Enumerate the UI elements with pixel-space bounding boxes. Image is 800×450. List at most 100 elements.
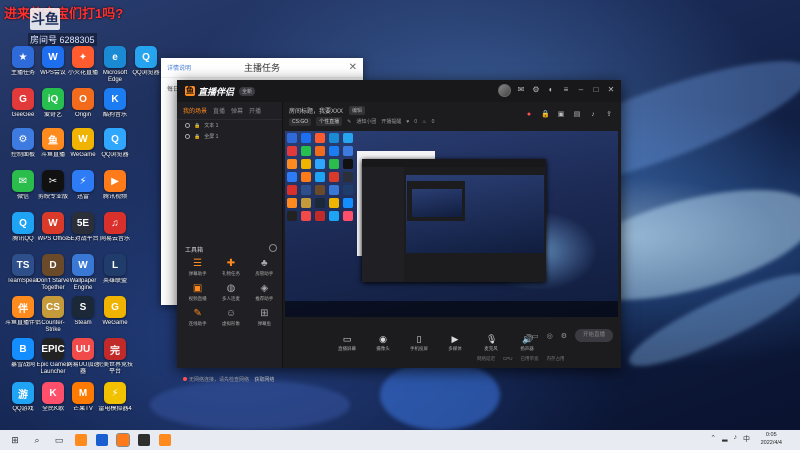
desktop-icon[interactable]: Q QQ浏览器 — [127, 46, 165, 77]
windows-start-icon[interactable]: ⊞ — [8, 433, 22, 447]
task-view-icon[interactable]: ▭ — [52, 433, 66, 447]
beauty-icon[interactable]: ◎ — [547, 332, 553, 340]
eye-icon[interactable] — [185, 134, 190, 139]
control-label: 多媒体 — [448, 346, 462, 351]
window-controls: ✉ ⚙ ◐ ≡ – □ ✕ — [517, 86, 615, 94]
app-icon: M — [72, 382, 94, 404]
source-control-button[interactable]: ▭ 直播屏幕 — [335, 334, 359, 352]
volume-icon[interactable]: ♪ — [734, 434, 738, 444]
network-icon[interactable]: ▂ — [722, 434, 727, 444]
skin-icon[interactable]: ◐ — [547, 86, 555, 94]
toolbox-item[interactable]: ⊞ 弹幕鱼 — [248, 308, 281, 327]
taskbar-app-live[interactable] — [116, 433, 130, 447]
desktop-icon[interactable]: ⚡ 雷电模拟器4 — [96, 382, 134, 413]
toolbox-item[interactable]: ☰ 弹幕助手 — [181, 258, 214, 277]
close-icon[interactable]: ✕ — [607, 86, 615, 94]
edit-title-button[interactable]: 编辑 — [349, 106, 366, 115]
lock-icon[interactable]: 🔒 — [194, 123, 200, 129]
preview-mini-icon — [315, 146, 325, 156]
chevron-up-icon[interactable]: ⌃ — [710, 434, 716, 444]
user-avatar[interactable] — [498, 84, 511, 97]
app-icon: ⚡ — [72, 170, 94, 192]
stream-preview[interactable] — [285, 131, 618, 317]
pencil-icon[interactable]: ✎ — [347, 119, 351, 125]
meta-chip-1[interactable]: 通知小团 — [356, 118, 376, 125]
share-icon[interactable]: ⇪ — [605, 111, 613, 119]
source-item[interactable]: 🔒 文本 1 — [177, 120, 282, 131]
tab-live[interactable]: 直播 — [213, 106, 225, 115]
maximize-icon[interactable]: □ — [592, 86, 600, 94]
settings-icon[interactable]: ⚙ — [532, 86, 540, 94]
lock-icon[interactable]: 🔒 — [194, 134, 200, 140]
task-window-close-button[interactable]: ✕ — [349, 62, 357, 73]
tab-danmaku[interactable]: 弹幕 — [231, 106, 243, 115]
tool-label: 房管助手 — [255, 271, 274, 276]
toolbox-grid: ☰ 弹幕助手 ✚ 礼物任务 ♣ 房管助手 ▣ 视频直播 ◍ 多人连麦 ◈ 推荐助手 ✎ 连线助手 ☺ 虚拟形象… — [181, 258, 281, 327]
minimize-icon[interactable]: – — [577, 86, 585, 94]
source-item[interactable]: 🔒 全屏 1 — [177, 131, 282, 142]
app-icon: ✦ — [72, 46, 94, 68]
app-icon: ★ — [12, 46, 34, 68]
toolbox-item[interactable]: ✚ 礼物任务 — [214, 258, 247, 277]
desktop-icon-label: 控制面板 — [10, 152, 35, 158]
source-control-button[interactable]: ▯ 手机投屏 — [407, 334, 431, 352]
toolbox-item[interactable]: ♣ 房管助手 — [248, 258, 281, 277]
gift-icon[interactable]: ▣ — [557, 111, 565, 119]
app-icon: ▶ — [104, 170, 126, 192]
taskbar-clock[interactable]: 0:05 2022/4/4 — [761, 432, 782, 447]
taskbar-app-steam[interactable] — [138, 434, 150, 446]
app-logo: 鱼 直播伴侣 全新 — [185, 85, 256, 97]
app-icon: S — [72, 296, 94, 318]
sub-category-chip[interactable]: 个性直播 — [316, 117, 343, 126]
start-live-button[interactable]: 开始直播 — [575, 329, 613, 342]
tab-scene[interactable]: 我的场景 — [183, 106, 207, 115]
lock-room-icon[interactable]: 🔒 — [541, 111, 550, 119]
toolbox-item[interactable]: ✎ 连线助手 — [181, 308, 214, 327]
gear-icon[interactable]: ⚙ — [561, 332, 567, 340]
record-icon[interactable]: ● — [525, 111, 533, 119]
message-icon[interactable]: ✉ — [517, 86, 525, 94]
streaming-app-window[interactable]: 鱼 直播伴侣 全新 ✉ ⚙ ◐ ≡ – □ ✕ 我的场景 直播 弹幕 开播 🔒 … — [177, 80, 621, 383]
task-window-title: 主播任务 — [161, 58, 363, 78]
input-method[interactable]: 中 — [743, 434, 750, 444]
desktop-icon[interactable]: 完完美世界竞技平台 — [96, 338, 134, 376]
desktop-icon[interactable]: K 酷狗音乐 — [96, 88, 134, 119]
taskbar-app-browser[interactable] — [96, 434, 108, 446]
preview-mini-icon — [287, 159, 297, 169]
menu-icon[interactable]: ≡ — [562, 86, 570, 94]
toolbox-item[interactable]: ▣ 视频直播 — [181, 283, 214, 302]
search-icon[interactable]: ⌕ — [30, 433, 44, 447]
source-control-button[interactable]: ◉ 摄像头 — [371, 334, 395, 352]
preview-nested-app — [362, 159, 546, 282]
desktop-icon[interactable]: G WeGame — [96, 296, 134, 327]
eye-icon[interactable] — [185, 123, 190, 128]
desktop-icon[interactable]: Q QQ浏览器 — [96, 128, 134, 159]
toolbox-item[interactable]: ◍ 多人连麦 — [214, 283, 247, 302]
desktop-icon[interactable]: ▶ 腾讯视频 — [96, 170, 134, 201]
heat-icon: ♨ — [422, 118, 427, 125]
app-titlebar[interactable]: 鱼 直播伴侣 全新 ✉ ⚙ ◐ ≡ – □ ✕ — [177, 80, 621, 102]
tab-start[interactable]: 开播 — [249, 106, 261, 115]
desktop-icon[interactable]: ♫ 网易云音乐 — [96, 212, 134, 243]
desktop-icon[interactable]: L 英雄联盟 — [96, 254, 134, 285]
chat-icon[interactable]: ▤ — [573, 111, 581, 119]
toolbox-item[interactable]: ◈ 推荐助手 — [248, 283, 281, 302]
taskbar-app-companion[interactable] — [159, 434, 171, 446]
game-category-chip[interactable]: CS:GO — [289, 117, 312, 126]
app-icon: ♫ — [104, 212, 126, 234]
desktop-icon-label: WeGame — [102, 320, 128, 326]
source-control-button[interactable]: 🎙 麦克风 — [479, 334, 503, 352]
source-control-button[interactable]: ▶ 多媒体 — [443, 334, 467, 352]
app-icon: iQ — [42, 88, 64, 110]
task-window-detail-link[interactable]: 详情说明 — [167, 63, 191, 72]
toolbox-item[interactable]: ☺ 虚拟形象 — [214, 308, 247, 327]
network-retry-link[interactable]: 获取网络 — [254, 377, 274, 383]
taskbar-app-douyu[interactable] — [75, 434, 87, 446]
meta-chip-2[interactable]: 开播提醒 — [381, 118, 401, 125]
toolbox-close-icon[interactable] — [269, 244, 277, 252]
camera-icon[interactable]: ▭ — [532, 332, 539, 340]
notification-icon[interactable]: ♪ — [589, 111, 597, 119]
app-icon: EPIC — [41, 338, 65, 360]
app-icon: Q — [104, 128, 126, 150]
tool-icon: ✚ — [226, 258, 236, 269]
